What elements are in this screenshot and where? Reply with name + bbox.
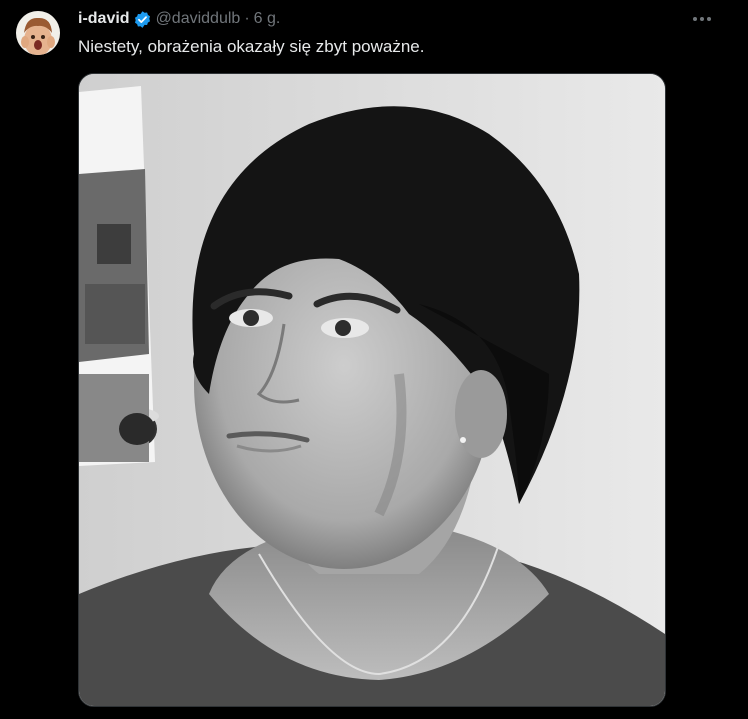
avatar[interactable]	[16, 11, 60, 55]
user-handle[interactable]: @daviddulb	[156, 10, 241, 28]
photo-image	[79, 74, 665, 706]
more-options-icon[interactable]	[688, 7, 716, 31]
timestamp[interactable]: 6 g.	[254, 10, 281, 28]
display-name[interactable]: i-david	[78, 10, 130, 28]
tweet-media-photo[interactable]	[78, 73, 666, 707]
tweet-header: i-david @daviddulb · 6 g.	[78, 8, 280, 30]
tweet-text: Niestety, obrażenia okazały się zbyt pow…	[78, 37, 425, 56]
verified-badge-icon	[133, 10, 152, 29]
tweet[interactable]: i-david @daviddulb · 6 g. Niestety, obra…	[0, 0, 748, 719]
avatar-image	[16, 11, 60, 55]
separator-dot: ·	[244, 10, 250, 27]
